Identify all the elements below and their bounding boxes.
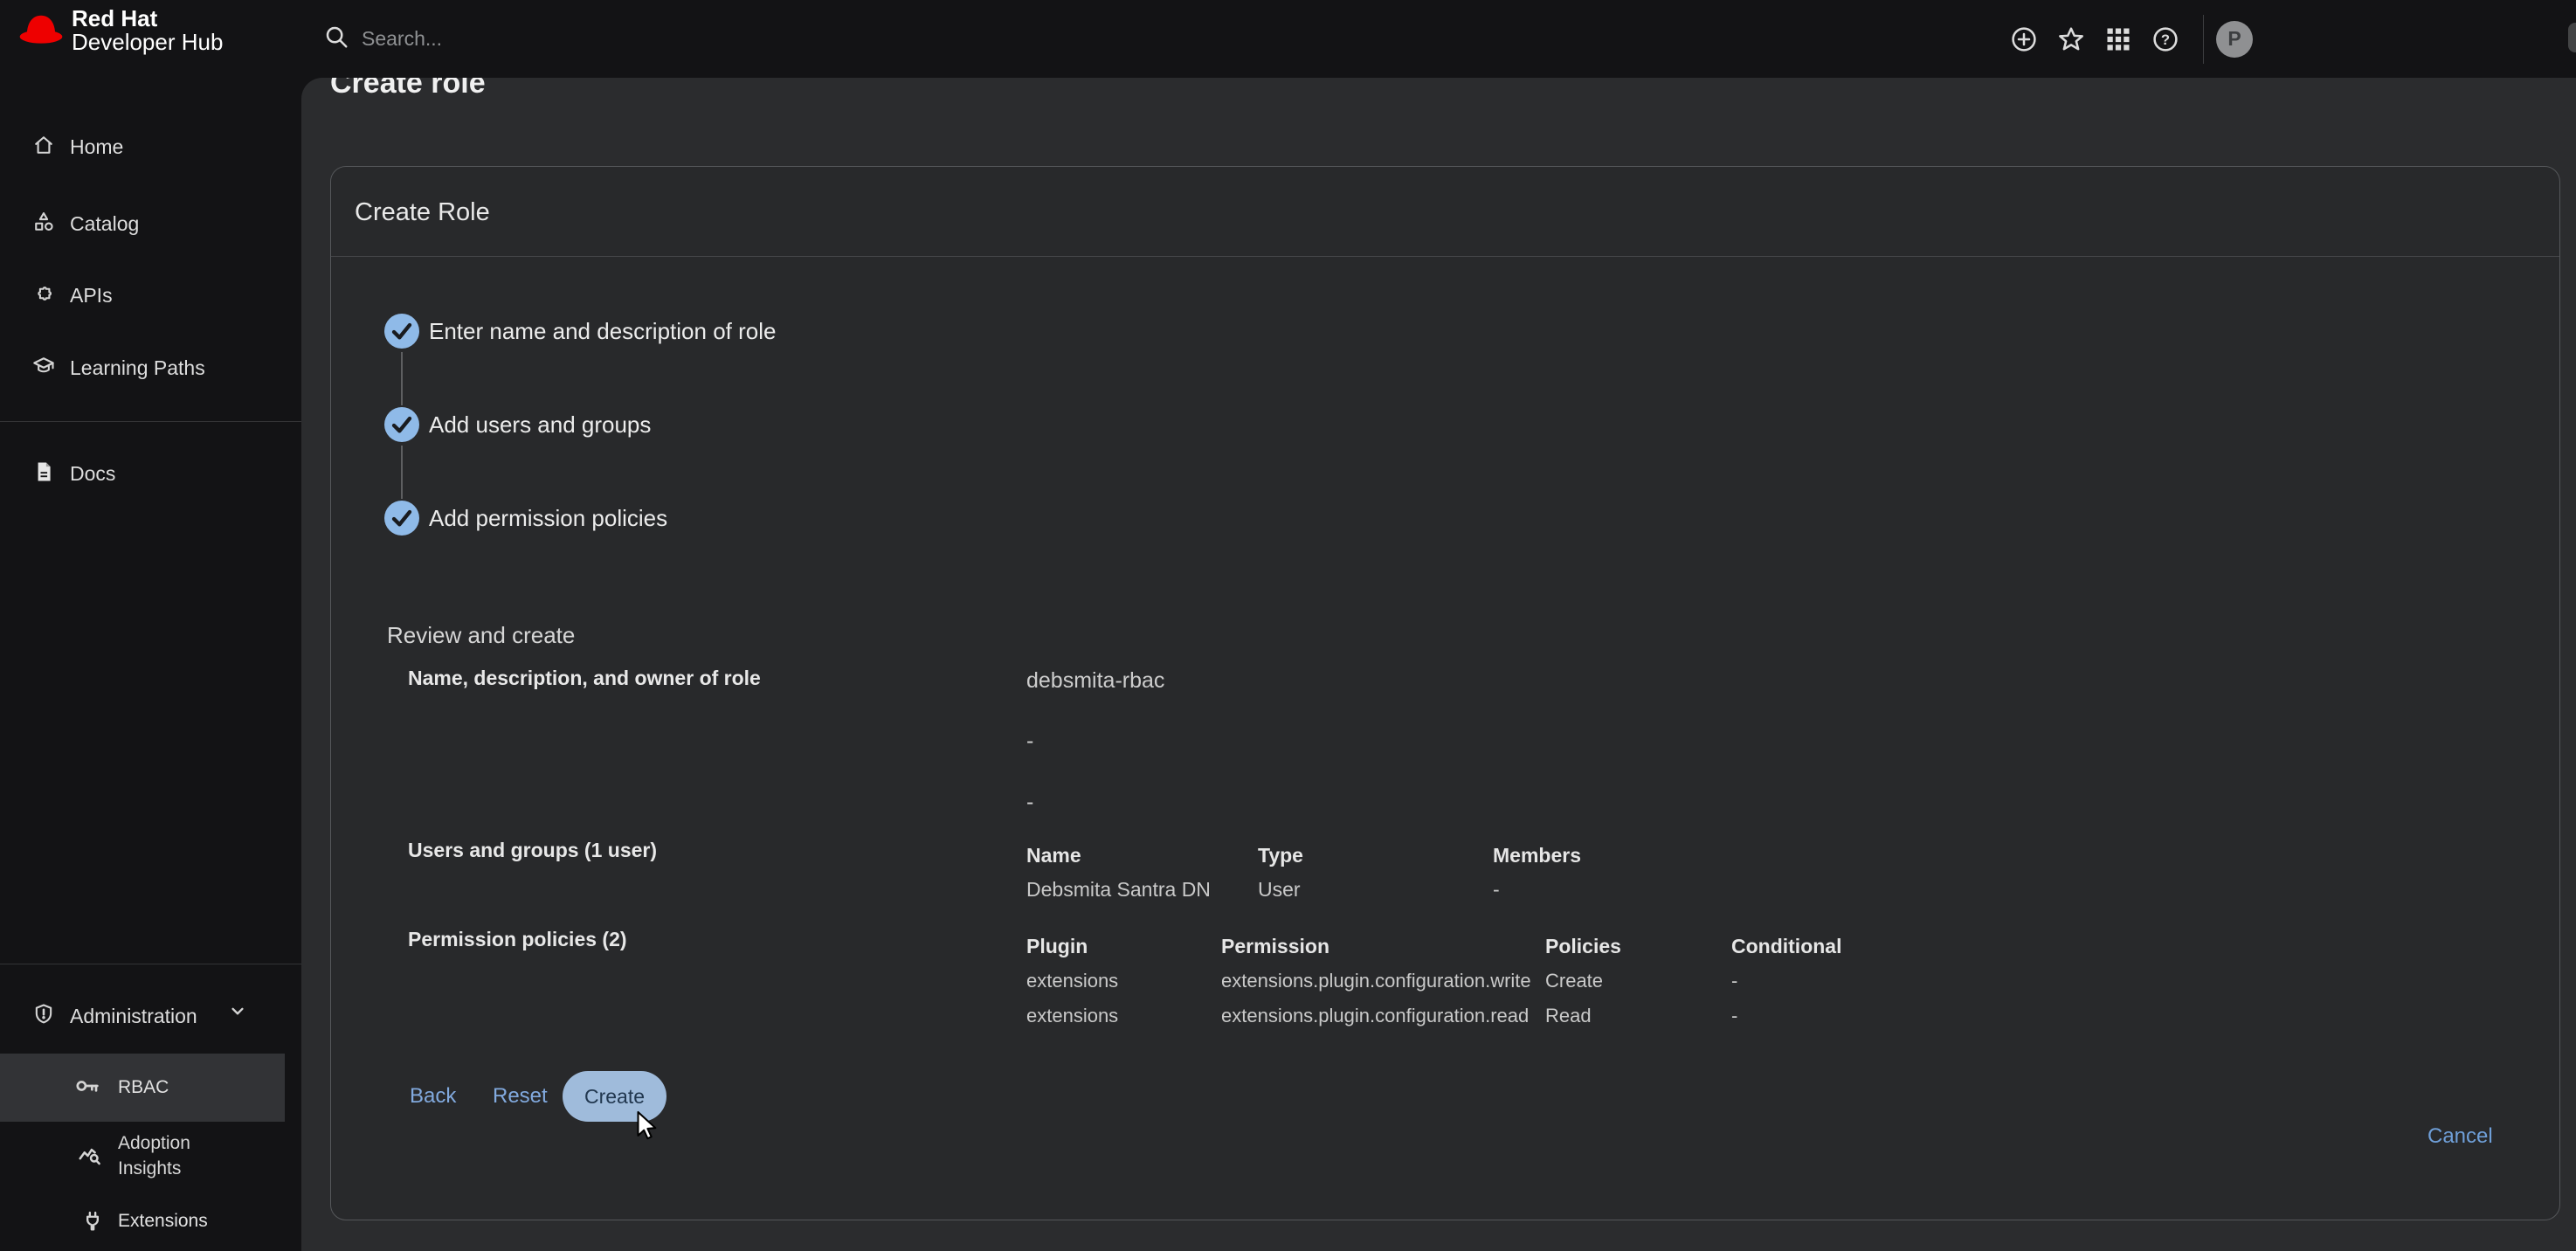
docs-document-icon <box>31 460 56 488</box>
sidebar-item-home[interactable]: Home <box>0 119 301 175</box>
step-2[interactable]: Add users and groups <box>384 407 651 442</box>
users-cell-members: - <box>1493 878 1720 902</box>
step-label: Enter name and description of role <box>429 318 776 345</box>
users-col-type: Type <box>1258 844 1493 867</box>
card-header-divider <box>331 256 2559 257</box>
help-icon[interactable]: ? <box>2151 24 2180 54</box>
perm-col-policies: Policies <box>1545 935 1731 958</box>
svg-text:?: ? <box>2161 31 2170 47</box>
permission-policies-table: Plugin Permission Policies Conditional e… <box>1026 929 1958 1033</box>
perm-cell-permission: extensions.plugin.configuration.write <box>1221 970 1545 992</box>
plug-icon <box>80 1222 105 1237</box>
perm-col-permission: Permission <box>1221 935 1545 958</box>
apis-puzzle-icon <box>31 281 56 310</box>
sidebar-item-label: Docs <box>70 462 115 486</box>
perm-cell-policies: Read <box>1545 1005 1731 1027</box>
search-input[interactable] <box>360 26 975 52</box>
apps-grid-icon[interactable] <box>2103 24 2133 54</box>
favorite-star-icon[interactable] <box>2056 24 2086 54</box>
sidebar-item-label: Catalog <box>70 212 139 236</box>
review-permissions-label: Permission policies (2) <box>408 928 627 951</box>
learning-paths-cap-icon <box>31 354 56 383</box>
users-cell-type: User <box>1258 878 1493 902</box>
chevron-down-icon[interactable] <box>226 999 249 1026</box>
perm-col-plugin: Plugin <box>1026 935 1221 958</box>
sidebar-item-adoption-insights-label[interactable]: Adoption Insights <box>118 1130 218 1181</box>
query-stats-icon <box>77 1158 103 1172</box>
edge-partial-element <box>2568 23 2576 52</box>
review-role-name-value: debsmita-rbac <box>1026 668 1164 694</box>
sidebar-divider <box>0 421 301 422</box>
review-heading: Review and create <box>387 622 575 649</box>
top-app-bar: Red Hat Developer Hub <box>0 0 2576 78</box>
step-completed-check-icon <box>384 407 419 442</box>
perm-cell-policies: Create <box>1545 970 1731 992</box>
step-label: Add users and groups <box>429 411 651 439</box>
review-users-label: Users and groups (1 user) <box>408 839 657 862</box>
sidebar-item-administration[interactable]: Administration <box>0 988 301 1044</box>
sidebar-item-rbac[interactable]: RBAC <box>0 1054 285 1122</box>
sidebar-item-label: Administration <box>70 1005 197 1028</box>
brand-logo[interactable]: Red Hat Developer Hub <box>17 7 223 54</box>
perm-cell-plugin: extensions <box>1026 1005 1221 1027</box>
topbar-actions: ? P <box>2009 0 2253 78</box>
perm-cell-conditional: - <box>1731 970 1958 992</box>
users-groups-table: Name Type Members Debsmita Santra DN Use… <box>1026 839 1720 907</box>
back-button[interactable]: Back <box>410 1084 456 1109</box>
review-description-value: - <box>1026 729 1033 754</box>
perm-cell-permission: extensions.plugin.configuration.read <box>1221 1005 1545 1027</box>
perm-cell-plugin: extensions <box>1026 970 1221 992</box>
mouse-cursor <box>630 1109 663 1146</box>
add-circle-icon[interactable] <box>2009 24 2039 54</box>
perm-cell-conditional: - <box>1731 1005 1958 1027</box>
sidebar-item-learning-paths[interactable]: Learning Paths <box>0 340 301 396</box>
step-label: Add permission policies <box>429 505 667 532</box>
sidebar-item-extensions-label[interactable]: Extensions <box>118 1211 208 1232</box>
sidebar-item-label: RBAC <box>118 1077 169 1098</box>
reset-button[interactable]: Reset <box>493 1084 548 1109</box>
sidebar-item-label: Home <box>70 135 123 159</box>
cancel-button[interactable]: Cancel <box>2428 1124 2493 1149</box>
sidebar-item-apis[interactable]: APIs <box>0 267 301 323</box>
review-owner-value: - <box>1026 790 1033 815</box>
admin-shield-icon <box>31 1002 56 1031</box>
sidebar-item-label: Learning Paths <box>70 356 205 380</box>
users-col-members: Members <box>1493 844 1720 867</box>
users-col-name: Name <box>1026 844 1258 867</box>
brand-line1: Red Hat <box>72 7 223 31</box>
redhat-fedora-icon <box>17 11 65 51</box>
key-icon <box>73 1072 101 1104</box>
page-title: Create role <box>330 78 486 100</box>
search-icon <box>323 24 349 54</box>
brand-line2: Developer Hub <box>72 31 223 54</box>
sidebar-item-label: APIs <box>70 284 113 308</box>
card-title: Create Role <box>355 198 490 227</box>
sidebar-item-docs[interactable]: Docs <box>0 446 301 501</box>
step-connector <box>401 446 403 499</box>
brand-text: Red Hat Developer Hub <box>72 7 223 54</box>
topbar-divider <box>2203 15 2204 64</box>
step-1[interactable]: Enter name and description of role <box>384 314 776 349</box>
step-3[interactable]: Add permission policies <box>384 501 667 536</box>
home-icon <box>31 133 56 162</box>
sidebar-item-extensions[interactable] <box>80 1209 105 1238</box>
review-name-label: Name, description, and owner of role <box>408 667 761 690</box>
step-completed-check-icon <box>384 314 419 349</box>
global-search <box>323 0 975 78</box>
sidebar-item-catalog[interactable]: Catalog <box>0 196 301 252</box>
sidebar-item-adoption-insights[interactable] <box>77 1143 103 1173</box>
catalog-shapes-icon <box>31 210 56 238</box>
step-completed-check-icon <box>384 501 419 536</box>
users-cell-name: Debsmita Santra DN <box>1026 878 1258 902</box>
sidebar-nav: Home Catalog APIs Learning Paths <box>0 78 301 1251</box>
perm-col-conditional: Conditional <box>1731 935 1958 958</box>
avatar[interactable]: P <box>2216 21 2253 58</box>
create-role-card: Create Role Enter name and description o… <box>330 166 2560 1220</box>
main-content: Create role Create Role Enter name and d… <box>301 78 2576 1251</box>
step-connector <box>401 352 403 405</box>
